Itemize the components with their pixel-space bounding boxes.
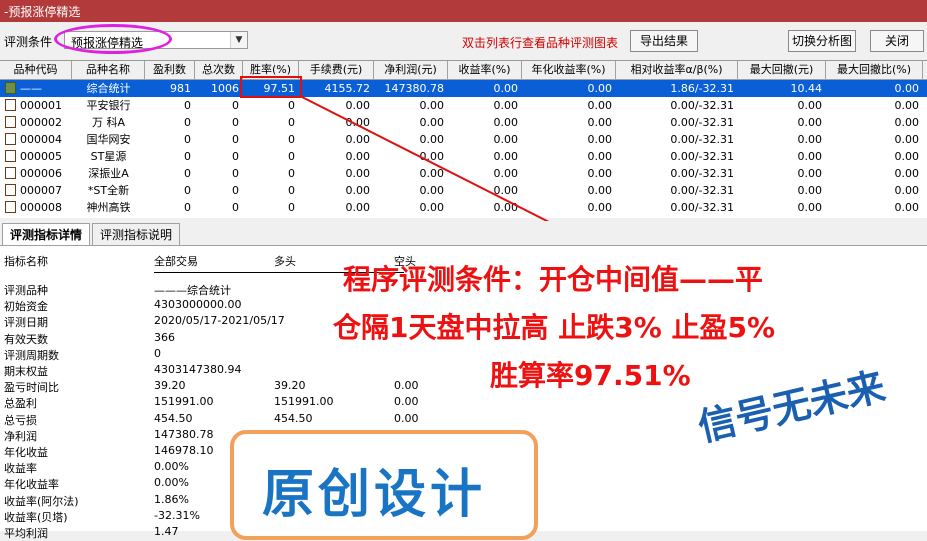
stamp-text: 原创设计 (262, 465, 487, 525)
detail-label: 总亏损 (4, 413, 37, 427)
annotation-line-1: 程序评测条件：开仓中间值——平 (343, 263, 764, 296)
detail-long: 39.20 (274, 379, 306, 393)
detail-all: 2020/05/17-2021/05/17 (154, 314, 285, 328)
detail-header-all: 全部交易 (154, 255, 198, 268)
detail-short: 0.00 (394, 411, 419, 425)
detail-all: -32.31% (154, 508, 200, 522)
detail-all: 4303147380.94 (154, 363, 242, 376)
detail-all: 147380.78 (154, 427, 214, 441)
detail-long: 454.50 (274, 411, 313, 425)
annotation-line-2: 仓隔1天盘中拉高 止跌3% 止盈5% (333, 311, 776, 344)
detail-label: 期末权益 (4, 365, 48, 378)
detail-header-long: 多头 (274, 255, 296, 268)
detail-label: 收益率(阿尔法) (4, 494, 79, 508)
detail-label: 年化收益率 (4, 478, 59, 492)
tab-explain[interactable]: 评测指标说明 (92, 223, 180, 245)
detail-label: 评测日期 (4, 316, 48, 330)
detail-all: 1.47 (154, 525, 179, 538)
detail-all: 4303000000.00 (154, 298, 242, 312)
detail-all: 0 (154, 346, 161, 360)
detail-all: 454.50 (154, 411, 193, 425)
detail-label: 年化收益 (4, 446, 48, 459)
detail-tabs: 评测指标详情 评测指标说明 (0, 221, 927, 245)
detail-label: 收益率(贝塔) (4, 510, 68, 524)
detail-all: 151991.00 (154, 395, 214, 409)
detail-all: ———综合统计 (154, 284, 231, 297)
detail-header-name: 指标名称 (4, 255, 48, 268)
original-design-stamp: 原创设计 (230, 430, 538, 540)
annotation-line-3: 胜算率97.51% (490, 359, 691, 392)
detail-label: 收益率 (4, 462, 37, 476)
detail-label: 盈亏时间比 (4, 381, 59, 395)
detail-label: 总盈利 (4, 397, 37, 411)
detail-all: 0.00% (154, 476, 189, 490)
tab-details[interactable]: 评测指标详情 (2, 223, 90, 245)
detail-all: 366 (154, 330, 175, 344)
detail-all: 1.86% (154, 492, 189, 506)
detail-label: 有效天数 (4, 332, 48, 346)
detail-all: 39.20 (154, 379, 186, 393)
detail-label: 平均利润 (4, 527, 48, 540)
detail-all: 146978.10 (154, 444, 214, 457)
detail-short: 0.00 (394, 379, 419, 393)
detail-label: 评测品种 (4, 284, 48, 297)
detail-label: 评测周期数 (4, 348, 59, 362)
detail-label: 净利润 (4, 429, 37, 443)
detail-label: 初始资金 (4, 300, 48, 314)
detail-short: 0.00 (394, 395, 419, 409)
detail-long: 151991.00 (274, 395, 334, 409)
detail-all: 0.00% (154, 460, 189, 474)
